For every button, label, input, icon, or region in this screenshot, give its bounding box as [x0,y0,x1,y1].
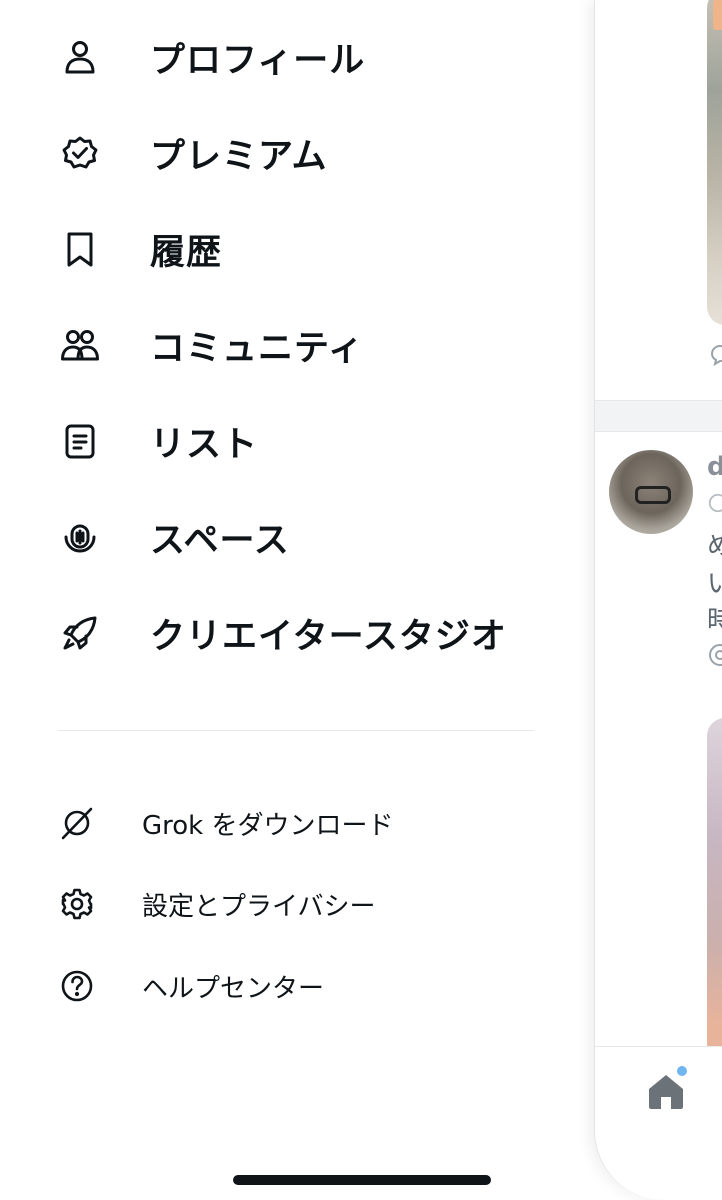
gear-icon [56,883,98,925]
image-tag [713,0,722,30]
menu-item-label: プロフィール [150,40,366,81]
side-drawer: プロフィール プレミアム 履歴 コミュニティ リスト スペース クリエイタースタ… [0,0,594,1200]
avatar[interactable] [609,450,693,534]
timeline-peek[interactable]: d め い 時 [594,0,722,1200]
verified-badge-icon [56,129,104,177]
list-icon [56,417,104,465]
menu-item-lists[interactable]: リスト [56,411,257,471]
menu-item-label: プレミアム [150,136,328,177]
spaces-icon [56,513,104,561]
menu-item-premium[interactable]: プレミアム [56,123,327,183]
communities-icon [56,321,104,369]
menu-item-label: クリエイタースタジオ [150,616,507,657]
bookmark-icon [56,225,104,273]
location-icon [709,644,722,666]
menu-item-history[interactable]: 履歴 [56,219,221,279]
avatar-detail [635,486,671,504]
menu-item-profile[interactable]: プロフィール [56,27,364,87]
menu-item-label: ヘルプセンター [142,973,325,1004]
menu-item-label: Grok をダウンロード [142,810,394,841]
menu-item-help-center[interactable]: ヘルプセンター [56,961,324,1011]
menu-item-settings-privacy[interactable]: 設定とプライバシー [56,879,375,929]
menu-item-label: 履歴 [150,232,223,273]
rocket-icon [56,609,104,657]
feed-separator [595,400,722,432]
menu-item-label: スペース [150,520,290,561]
post-text-line: 時 [707,600,722,637]
menu-item-grok[interactable]: Grok をダウンロード [56,798,394,848]
menu-item-label: リスト [150,424,259,465]
post-author-name[interactable]: d [707,452,722,482]
app-screen: プロフィール プレミアム 履歴 コミュニティ リスト スペース クリエイタースタ… [0,0,722,1200]
verified-badge-icon [708,493,722,513]
menu-item-spaces[interactable]: スペース [56,507,289,567]
notification-dot [675,1064,689,1078]
home-indicator[interactable] [233,1175,491,1185]
help-icon [56,965,98,1007]
post-image[interactable] [707,718,722,1058]
menu-item-creator-studio[interactable]: クリエイタースタジオ [56,603,506,663]
menu-divider [58,730,534,731]
grok-icon [56,802,98,844]
reply-icon[interactable] [708,343,722,367]
menu-item-label: コミュニティ [150,328,364,369]
menu-item-label: 設定とプライバシー [142,891,376,922]
post-text-line: め [707,525,722,562]
menu-item-communities[interactable]: コミュニティ [56,315,363,375]
post-text-line: い [707,563,722,600]
post-image[interactable] [707,0,722,325]
person-icon [56,33,104,81]
